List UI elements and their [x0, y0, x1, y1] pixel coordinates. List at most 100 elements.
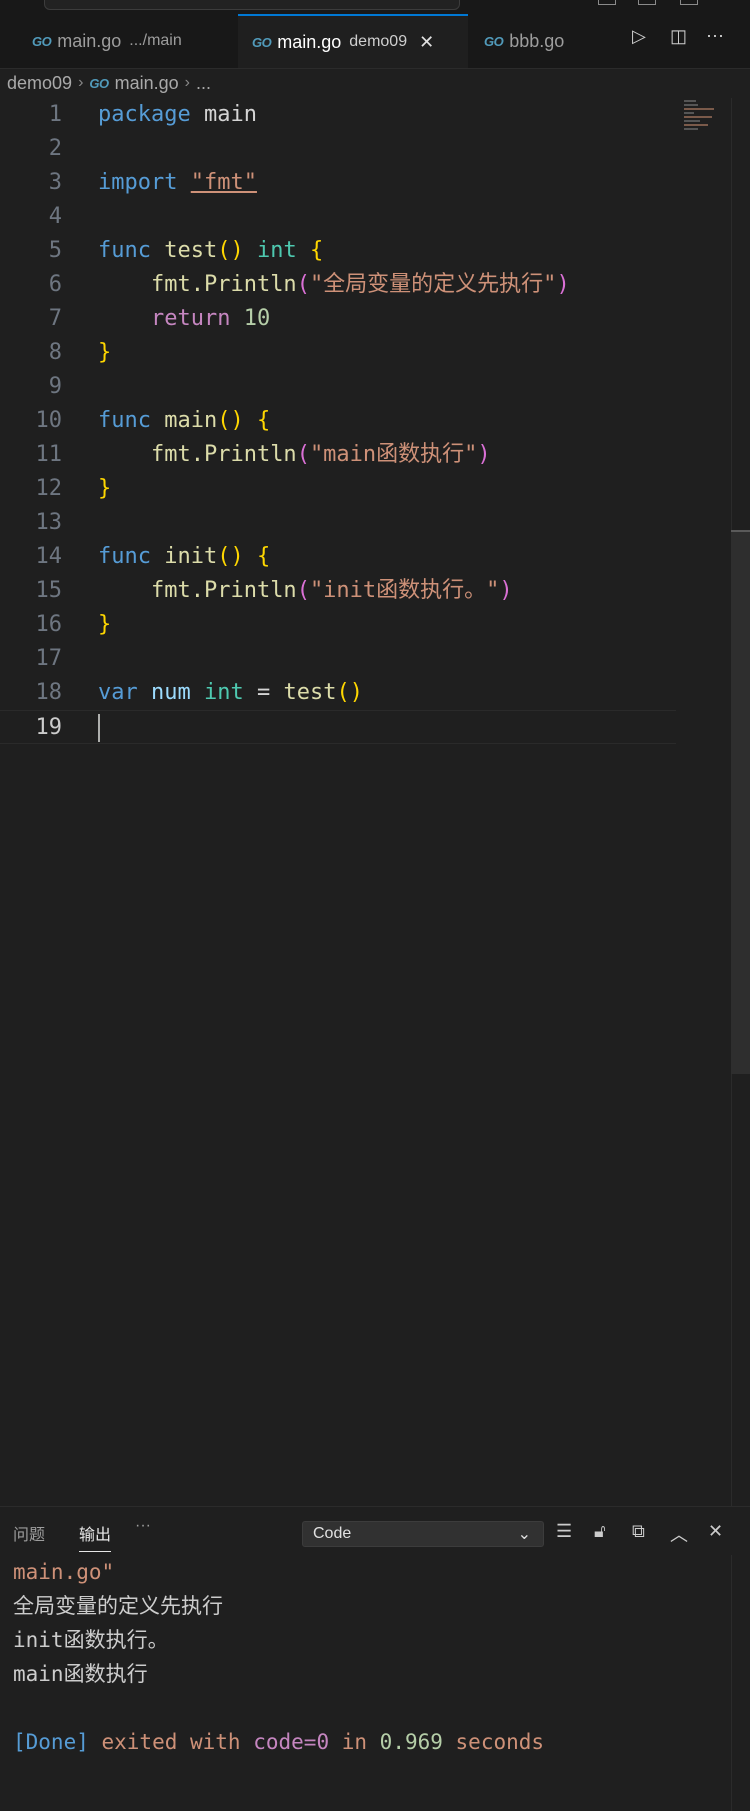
line-number: 5	[48, 238, 62, 263]
code-line: 13	[0, 506, 676, 540]
line-number: 14	[35, 544, 63, 569]
open-in-editor-icon[interactable]: ⧉	[632, 1521, 645, 1542]
function-call: fmt.Println	[150, 442, 297, 467]
tab-output[interactable]: 输出	[79, 1521, 112, 1552]
parens: ()	[217, 238, 244, 263]
done-tag: [Done]	[13, 1730, 89, 1754]
clear-output-icon[interactable]: ☰	[556, 1521, 572, 1542]
parens: ()	[336, 680, 363, 705]
code-line: 11 fmt.Println("main函数执行")	[0, 438, 676, 472]
line-number: 7	[48, 306, 62, 331]
paren: (	[296, 442, 310, 467]
minimap[interactable]	[684, 100, 724, 140]
type: int	[256, 238, 297, 263]
output-channel-select[interactable]: Code ⌄	[302, 1521, 544, 1547]
operator: =	[257, 680, 271, 705]
code-editor[interactable]: 1 package main 2 3 import "fmt" 4 5 func…	[0, 98, 750, 1506]
keyword: return	[150, 306, 231, 331]
line-number: 4	[48, 204, 62, 229]
type: int	[204, 680, 244, 705]
run-icon[interactable]: ▷	[632, 26, 646, 47]
string-literal: "全局变量的定义先执行"	[309, 272, 557, 297]
code-line: 2	[0, 132, 676, 166]
go-icon: GO	[252, 34, 272, 50]
line-number: 8	[48, 340, 62, 365]
code-line: 17	[0, 642, 676, 676]
output-done-line: [Done] exited with code=0 in 0.969 secon…	[13, 1730, 545, 1754]
close-panel-icon[interactable]: ✕	[708, 1521, 723, 1542]
function-call: fmt.Println	[150, 578, 297, 603]
tab-problems[interactable]: 问题	[13, 1521, 45, 1545]
code-line: 18 var num int = test()	[0, 676, 676, 710]
function-name: init	[164, 544, 218, 569]
code-line: 1 package main	[0, 98, 676, 132]
split-editor-icon[interactable]: ◫	[670, 26, 687, 47]
brace: {	[256, 544, 271, 569]
go-icon: GO	[89, 75, 109, 91]
lock-icon[interactable]: 🔓︎	[594, 1521, 606, 1542]
more-actions-icon[interactable]: ⋯	[706, 26, 724, 47]
code-line: 10 func main() {	[0, 404, 676, 438]
more-tabs-icon[interactable]: ···	[135, 1517, 151, 1535]
elapsed-time: 0.969	[379, 1730, 443, 1754]
line-number: 9	[48, 374, 62, 399]
tab-bbb-go[interactable]: GO bbb.go	[484, 14, 604, 68]
close-icon[interactable]: ✕	[419, 32, 434, 53]
panel-toggle-icon[interactable]	[638, 0, 656, 5]
line-number: 10	[35, 408, 63, 433]
editor-tab-bar: GO main.go .../main GO main.go demo09 ✕ …	[0, 14, 750, 69]
tab-main-go-demo09[interactable]: GO main.go demo09 ✕	[238, 14, 468, 68]
string-literal: "fmt"	[190, 170, 257, 195]
paren: )	[499, 578, 513, 603]
output-line: init函数执行。	[13, 1628, 169, 1652]
exit-code: code=0	[253, 1730, 330, 1754]
layout-toggle-icon[interactable]	[598, 0, 616, 5]
output-panel: 问题 输出 ··· Code ⌄ ☰ 🔓︎ ⧉ ︿ ✕ main.go" 全局变…	[0, 1506, 750, 1811]
identifier: main	[203, 102, 257, 127]
breadcrumb-symbol[interactable]: ...	[196, 73, 211, 94]
code-line: 15 fmt.Println("init函数执行。")	[0, 574, 676, 608]
function-call: fmt.Println	[150, 272, 297, 297]
function-name: test	[164, 238, 218, 263]
keyword: import	[98, 170, 178, 195]
output-line: main函数执行	[13, 1662, 148, 1686]
line-number: 13	[35, 510, 63, 535]
keyword: package	[98, 102, 191, 127]
tab-description: demo09	[349, 33, 408, 50]
text-cursor	[98, 714, 100, 742]
title-bar	[0, 0, 750, 14]
function-call: test	[283, 680, 337, 705]
line-number: 6	[48, 272, 62, 297]
keyword: func	[98, 544, 151, 569]
paren: )	[556, 272, 570, 297]
maximize-panel-icon[interactable]: ︿	[670, 1521, 688, 1547]
tab-main-go-main[interactable]: GO main.go .../main	[32, 14, 237, 68]
keyword: func	[98, 408, 151, 433]
output-channel-value: Code	[313, 1525, 352, 1542]
paren: )	[477, 442, 491, 467]
code-line: 7 return 10	[0, 302, 676, 336]
keyword: func	[98, 238, 151, 263]
tab-label: main.go	[57, 30, 122, 51]
code-line: 6 fmt.Println("全局变量的定义先执行")	[0, 268, 676, 302]
output-scrollbar[interactable]	[731, 1555, 750, 1811]
parens: ()	[217, 544, 244, 569]
line-number: 17	[35, 646, 63, 671]
brace: }	[98, 340, 112, 365]
panel-tab-bar: 问题 输出 ··· Code ⌄ ☰ 🔓︎ ⧉ ︿ ✕	[0, 1507, 750, 1553]
line-number: 19	[35, 715, 63, 740]
code-line: 3 import "fmt"	[0, 166, 676, 200]
code-line: 9	[0, 370, 676, 404]
breadcrumb-file[interactable]: main.go	[115, 73, 179, 94]
chevron-right-icon: ›	[78, 74, 84, 91]
editor-scrollbar-thumb[interactable]	[731, 530, 750, 1074]
output-line: 全局变量的定义先执行	[13, 1594, 223, 1618]
line-number: 18	[35, 680, 63, 705]
command-center[interactable]	[44, 0, 460, 10]
sidebar-toggle-icon[interactable]	[680, 0, 698, 5]
breadcrumb-folder[interactable]: demo09	[7, 73, 72, 94]
tab-description: .../main	[129, 32, 182, 49]
code-line: 8 }	[0, 336, 676, 370]
line-number: 3	[48, 170, 62, 195]
go-icon: GO	[484, 33, 504, 49]
